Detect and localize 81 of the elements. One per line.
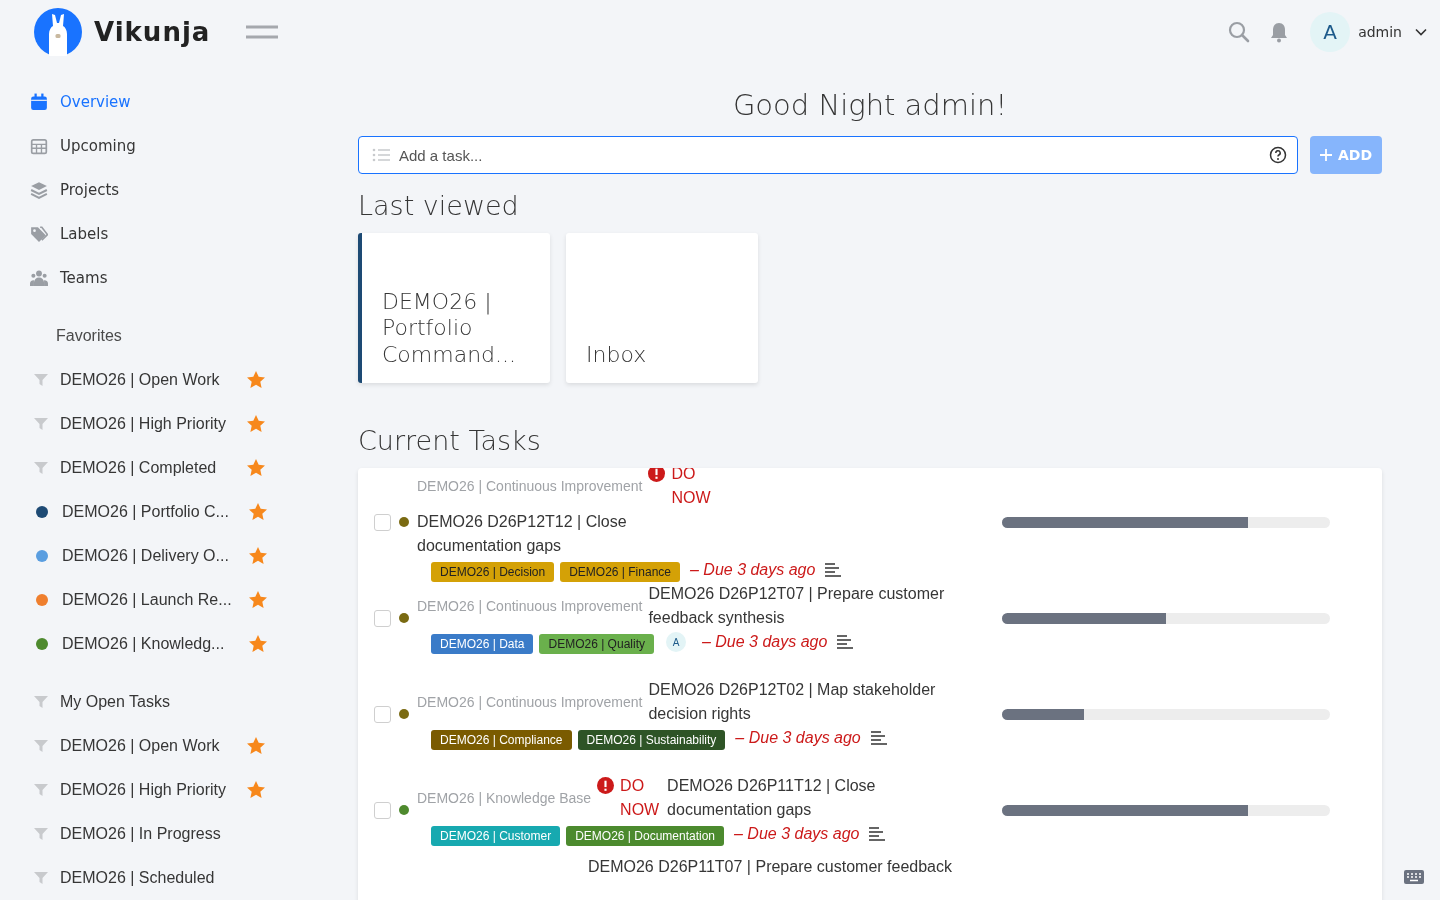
task-title[interactable]: DEMO26 D26P12T02 | Map stakeholder decision rights xyxy=(648,678,949,726)
sidebar-item[interactable]: DEMO26 | Scheduled xyxy=(60,869,246,887)
grid-icon xyxy=(30,137,48,155)
sidebar-item[interactable]: DEMO26 | Open Work xyxy=(60,737,246,755)
task-checkbox[interactable] xyxy=(374,705,391,723)
sidebar-item[interactable]: DEMO26 | Delivery O... xyxy=(62,547,248,565)
filter-icon xyxy=(34,373,48,387)
task-label: DEMO26 | Documentation xyxy=(566,826,724,846)
star-icon[interactable] xyxy=(248,634,268,654)
people-icon xyxy=(30,269,48,287)
task-checkbox[interactable] xyxy=(374,513,391,531)
layers-icon xyxy=(30,181,48,199)
sidebar-item[interactable]: DEMO26 | Launch Re... xyxy=(62,591,248,609)
app-name: Vikunja xyxy=(94,17,211,47)
task-checkbox[interactable] xyxy=(374,609,391,627)
section-title: Favorites xyxy=(55,326,123,346)
calendar-icon xyxy=(30,93,48,111)
nav-item[interactable]: Projects xyxy=(30,168,300,212)
assignee-avatar: A xyxy=(665,632,686,652)
star-icon[interactable] xyxy=(246,370,266,390)
greeting: Good Night admin! xyxy=(731,88,1009,122)
plus-icon xyxy=(1319,149,1332,161)
task-title[interactable]: DEMO26 D26P12T12 | Close documentation gaps xyxy=(417,510,717,558)
due-date: – Due 3 days ago xyxy=(735,729,861,747)
star-icon[interactable] xyxy=(248,546,268,566)
filter-icon xyxy=(34,417,48,431)
star-icon[interactable] xyxy=(248,590,268,610)
list-icon xyxy=(372,148,390,162)
project-card[interactable]: DEMO26 | Portfolio Command... xyxy=(358,233,550,383)
project-card[interactable]: Inbox xyxy=(566,233,758,383)
due-date: – Due 3 days ago xyxy=(690,561,816,579)
section-heading: Current Tasks xyxy=(358,425,541,456)
due-date: – Due 3 days ago xyxy=(701,633,828,651)
search-icon[interactable] xyxy=(1228,21,1251,43)
task-title[interactable]: DEMO26 D26P11T07 | Prepare customer feedback xyxy=(374,858,1366,876)
user-avatar[interactable]: A xyxy=(1310,12,1351,52)
task-label: DEMO26 | Quality xyxy=(539,634,654,654)
menu-icon[interactable] xyxy=(246,25,279,39)
user-name[interactable]: admin xyxy=(1358,24,1402,40)
star-icon[interactable] xyxy=(246,736,266,756)
nav-item[interactable]: Teams xyxy=(30,256,300,300)
tags-icon xyxy=(30,225,48,243)
sidebar-item[interactable]: DEMO26 | Portfolio C... xyxy=(62,503,248,521)
star-icon[interactable] xyxy=(246,780,266,800)
sidebar-item[interactable]: DEMO26 | High Priority xyxy=(60,781,246,799)
filter-icon xyxy=(34,783,48,797)
star-icon[interactable] xyxy=(246,458,266,478)
filter-icon xyxy=(34,739,48,753)
task-label: DEMO26 | Sustainability xyxy=(577,730,726,750)
due-date: – Due 3 days ago xyxy=(734,825,860,843)
task-checkbox[interactable] xyxy=(374,801,391,819)
nav-item[interactable]: Overview xyxy=(30,80,300,124)
task-label: DEMO26 | Compliance xyxy=(431,730,572,750)
filter-icon xyxy=(34,695,48,709)
llama-logo[interactable] xyxy=(34,8,82,56)
task-label: DEMO26 | Decision xyxy=(431,562,555,582)
filter-icon xyxy=(34,827,48,841)
task-title[interactable]: DEMO26 D26P11T12 | Close documentation gaps xyxy=(667,774,968,822)
filter-icon xyxy=(34,461,48,475)
task-label: DEMO26 | Data xyxy=(431,634,534,654)
task-label: DEMO26 | Finance xyxy=(560,562,680,582)
task-title[interactable]: DEMO26 D26P12T07 | Prepare customer feedback synthesis xyxy=(648,582,949,630)
sidebar-item[interactable]: DEMO26 | High Priority xyxy=(60,415,246,433)
help-icon[interactable] xyxy=(1268,146,1287,164)
sidebar-item[interactable]: My Open Tasks xyxy=(60,693,246,711)
section-heading: Last viewed xyxy=(358,190,519,221)
priority-label: DO NOW xyxy=(620,776,661,820)
task-label: DEMO26 | Customer xyxy=(431,826,561,846)
star-icon[interactable] xyxy=(248,502,268,522)
priority-label: DO NOW xyxy=(671,468,712,508)
sidebar-item[interactable]: DEMO26 | Open Work xyxy=(60,371,246,389)
sidebar-item[interactable]: DEMO26 | In Progress xyxy=(60,825,246,843)
sidebar-item[interactable]: DEMO26 | Completed xyxy=(60,459,246,477)
nav-item[interactable]: Labels xyxy=(30,212,300,256)
alert-icon xyxy=(597,777,615,794)
nav-item[interactable]: Upcoming xyxy=(30,124,300,168)
keyboard-icon[interactable] xyxy=(1404,870,1424,884)
add-task-field[interactable]: Add a task... xyxy=(358,136,1298,174)
star-icon[interactable] xyxy=(246,414,266,434)
filter-icon xyxy=(34,871,48,885)
sidebar-item[interactable]: DEMO26 | Knowledg... xyxy=(62,635,248,653)
